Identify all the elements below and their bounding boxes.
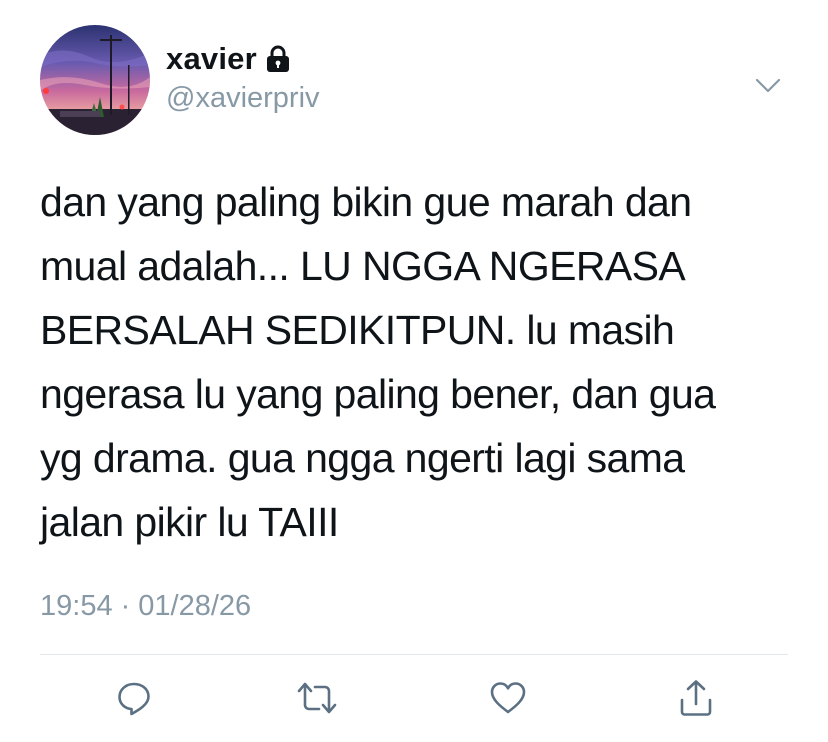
name-row: xavier (166, 41, 291, 77)
tweet-text: dan yang paling bikin gue marah dan mual… (40, 170, 800, 554)
tweet-line: yg drama. gua ngga ngerti lagi sama (40, 435, 685, 481)
avatar[interactable] (40, 25, 150, 135)
heart-icon (490, 682, 526, 714)
tweet-header: xavier @xavierpriv (40, 25, 790, 135)
lock-icon (265, 45, 291, 73)
retweet-button[interactable] (291, 672, 343, 724)
display-name[interactable]: xavier (166, 41, 257, 77)
reply-icon (118, 682, 150, 716)
share-icon (680, 680, 712, 716)
tweet-date: 01/28/26 (138, 590, 252, 622)
tweet-line: mual adalah... LU NGGA NGERASA (40, 243, 686, 289)
tweet-timestamp[interactable]: 19:54 · 01/28/26 (40, 590, 251, 623)
tweet-line: BERSALAH SEDIKITPUN. lu masih (40, 307, 675, 353)
reply-button[interactable] (108, 672, 160, 724)
share-button[interactable] (670, 672, 722, 724)
tweet-page: xavier @xavierpriv dan yang paling bikin… (0, 0, 828, 742)
avatar-image (40, 25, 150, 135)
tweet-line: jalan pikir lu TAIII (40, 499, 339, 545)
user-handle[interactable]: @xavierpriv (166, 82, 320, 115)
tweet-line: dan yang paling bikin gue marah dan (40, 179, 692, 225)
like-button[interactable] (482, 672, 534, 724)
tweet-line: ngerasa lu yang paling bener, dan gua (40, 371, 716, 417)
retweet-icon (297, 682, 337, 714)
chevron-down-icon[interactable] (754, 72, 782, 100)
action-bar (40, 672, 788, 724)
tweet-time: 19:54 (40, 590, 113, 622)
divider (40, 654, 788, 655)
timestamp-separator: · (120, 590, 131, 622)
